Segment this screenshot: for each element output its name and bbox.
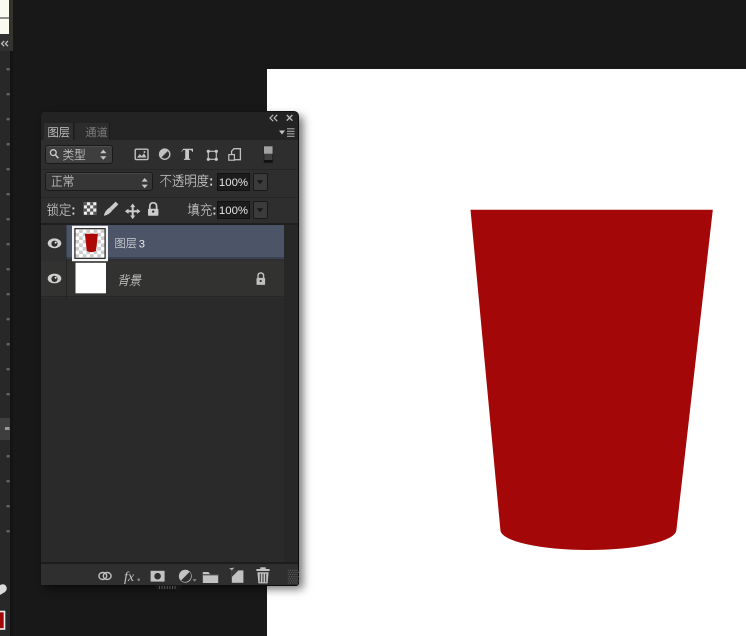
- svg-text:100%: 100%: [219, 177, 248, 189]
- svg-text:3: 3: [139, 238, 145, 250]
- svg-text:100%: 100%: [219, 205, 248, 217]
- svg-text:fx: fx: [124, 570, 135, 585]
